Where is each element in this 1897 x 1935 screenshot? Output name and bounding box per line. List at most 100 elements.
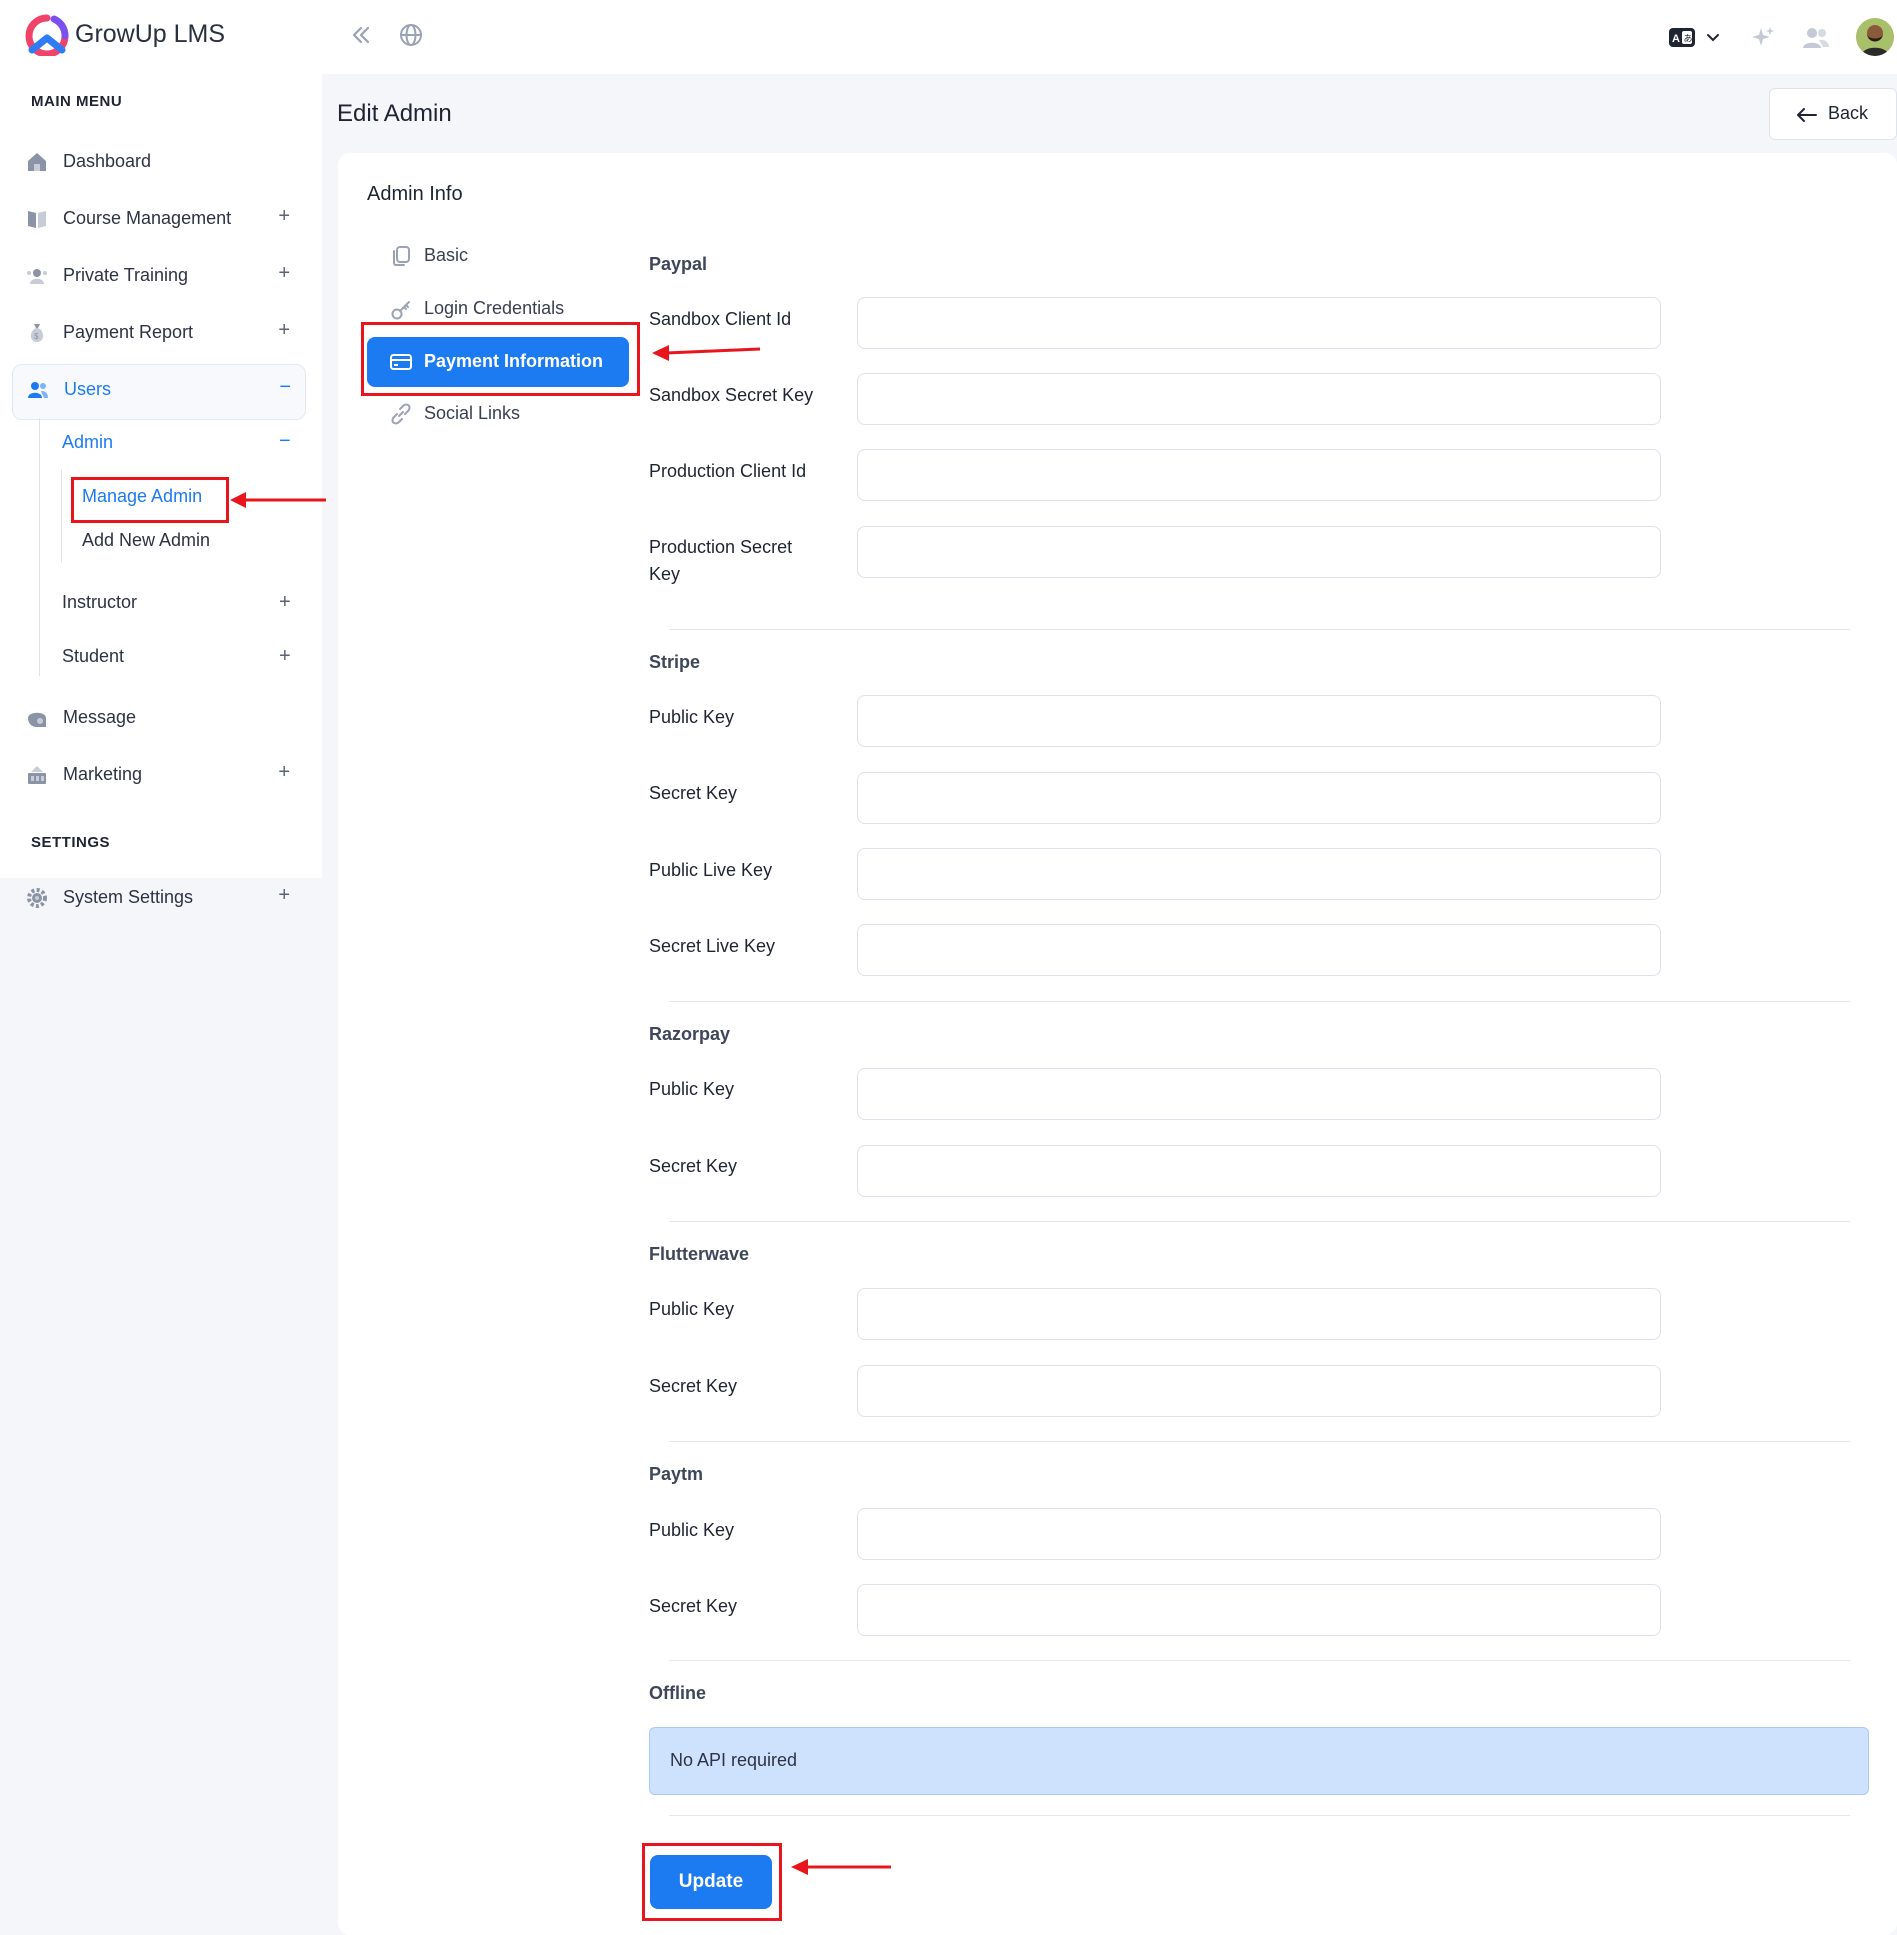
sparkle-icon[interactable] [1750, 25, 1776, 51]
svg-text:あ: あ [1684, 34, 1693, 44]
back-button[interactable]: Back [1769, 88, 1897, 140]
sidebar-item-course-management[interactable]: Course Management + [12, 194, 304, 244]
input-flutterwave-public-key[interactable] [857, 1288, 1661, 1340]
tab-label: Social Links [424, 403, 521, 423]
message-icon [28, 712, 46, 727]
student-expand-toggle[interactable]: + [279, 645, 291, 668]
label-razorpay-public-key: Public Key [649, 1079, 735, 1099]
marketing-icon [28, 766, 46, 784]
annotation-arrow [791, 1859, 891, 1875]
language-switcher[interactable]: A あ [1668, 26, 1724, 50]
sidebar-item-private-training[interactable]: Private Training + [12, 251, 304, 301]
arrow-left-icon [1797, 108, 1817, 122]
people-icon[interactable] [1802, 25, 1830, 51]
book-icon [28, 211, 46, 228]
section-divider [669, 1660, 1850, 1661]
sidebar-item-admin[interactable]: Admin [62, 432, 113, 453]
sidebar-item-manage-admin[interactable]: Manage Admin [82, 486, 202, 507]
sidebar-item-users[interactable]: Users − [12, 364, 306, 420]
label-paytm-secret-key: Secret Key [649, 1596, 738, 1616]
input-stripe-secret-key[interactable] [857, 772, 1661, 824]
users-icon [28, 382, 48, 398]
back-button-label: Back [1828, 103, 1869, 123]
input-stripe-public-key[interactable] [857, 695, 1661, 747]
label-paytm-public-key: Public Key [649, 1520, 735, 1540]
sidebar-item-label: Marketing [63, 764, 143, 784]
tab-payment-information[interactable]: Payment Information [367, 337, 629, 387]
home-icon [28, 153, 46, 171]
section-title-offline: Offline [649, 1683, 706, 1703]
instructor-expand-toggle[interactable]: + [279, 591, 291, 614]
input-paytm-public-key[interactable] [857, 1508, 1661, 1560]
section-divider [669, 1441, 1850, 1442]
input-paypal-sandbox-secret-key[interactable] [857, 373, 1661, 425]
top-bar [0, 0, 1897, 74]
sidebar-item-label: Users [64, 379, 112, 399]
key-icon [391, 301, 410, 320]
expand-toggle[interactable]: + [278, 884, 290, 907]
tab-social-links[interactable]: Social Links [367, 389, 629, 439]
translate-icon: A あ [1669, 28, 1719, 47]
card-title: Admin Info [367, 183, 463, 205]
expand-toggle[interactable]: + [278, 205, 290, 228]
user-avatar[interactable] [1856, 18, 1894, 56]
tab-label: Login Credentials [424, 298, 565, 318]
offline-note-text: No API required [670, 1750, 798, 1770]
section-title-flutterwave: Flutterwave [649, 1244, 750, 1264]
sidebar-item-dashboard[interactable]: Dashboard [12, 137, 304, 187]
globe-icon[interactable] [398, 22, 424, 48]
sidebar-item-system-settings[interactable]: System Settings + [12, 873, 304, 923]
input-stripe-public-live-key[interactable] [857, 848, 1661, 900]
expand-toggle[interactable]: + [278, 262, 290, 285]
main-menu-heading: MAIN MENU [31, 93, 123, 110]
input-paytm-secret-key[interactable] [857, 1584, 1661, 1636]
tab-login-credentials[interactable]: Login Credentials [367, 284, 629, 334]
sidebar-item-label: Message [63, 707, 137, 727]
input-paypal-production-client-id[interactable] [857, 449, 1661, 501]
section-divider [669, 1221, 1850, 1222]
annotation-arrow [652, 345, 761, 361]
label-production-client-id: Production Client Id [649, 461, 807, 481]
section-title-paytm: Paytm [649, 1464, 704, 1484]
sidebar-item-label: Course Management [63, 208, 232, 228]
sidebar-item-add-new-admin[interactable]: Add New Admin [82, 530, 210, 551]
svg-text:$: $ [34, 332, 39, 341]
input-razorpay-secret-key[interactable] [857, 1145, 1661, 1197]
expand-toggle[interactable]: + [278, 761, 290, 784]
annotation-arrow [230, 492, 326, 508]
sidebar-item-payment-report[interactable]: $ Payment Report + [12, 308, 304, 358]
sidebar-item-student[interactable]: Student [62, 646, 124, 667]
brand-name: GrowUp LMS [75, 20, 226, 48]
credit-card-icon [390, 354, 412, 370]
tab-basic[interactable]: Basic [367, 231, 629, 281]
sidebar-item-label: System Settings [63, 887, 194, 907]
section-title-paypal: Paypal [649, 254, 708, 274]
tab-label: Basic [424, 245, 469, 265]
input-razorpay-public-key[interactable] [857, 1068, 1661, 1120]
label-flutterwave-public-key: Public Key [649, 1299, 735, 1319]
svg-text:A: A [1672, 33, 1680, 45]
sidebar-item-marketing[interactable]: Marketing + [12, 750, 304, 800]
section-title-razorpay: Razorpay [649, 1024, 731, 1044]
money-bag-icon: $ [30, 324, 44, 342]
submenu-guide-line [39, 418, 40, 676]
gear-icon [27, 888, 47, 908]
label-stripe-public-live-key: Public Live Key [649, 860, 773, 880]
section-divider [669, 629, 1850, 630]
expand-toggle[interactable]: + [278, 319, 290, 342]
sidebar-item-instructor[interactable]: Instructor [62, 592, 137, 613]
label-stripe-secret-live-key: Secret Live Key [649, 936, 776, 956]
input-paypal-sandbox-client-id[interactable] [857, 297, 1661, 349]
admin-collapse-toggle[interactable]: − [279, 430, 291, 453]
input-paypal-production-secret-key[interactable] [857, 526, 1661, 578]
update-button[interactable]: Update [650, 1855, 772, 1909]
collapse-toggle[interactable]: − [279, 376, 291, 399]
section-title-stripe: Stripe [649, 652, 701, 672]
input-stripe-secret-live-key[interactable] [857, 924, 1661, 976]
section-divider [669, 1001, 1850, 1002]
sidebar-item-message[interactable]: Message [12, 693, 304, 743]
page-title: Edit Admin [337, 100, 452, 127]
input-flutterwave-secret-key[interactable] [857, 1365, 1661, 1417]
collapse-sidebar-icon[interactable] [348, 22, 372, 48]
tab-label: Payment Information [424, 351, 604, 371]
